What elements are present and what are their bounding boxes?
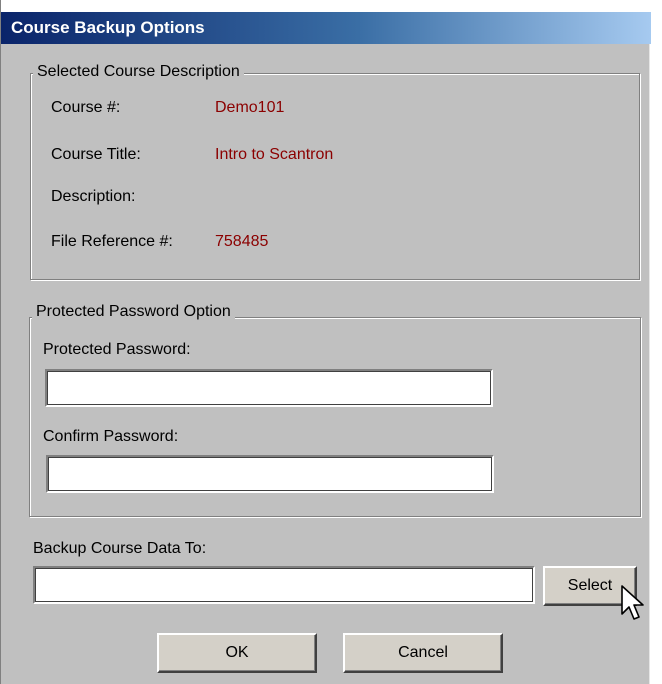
password-option-legend: Protected Password Option bbox=[32, 303, 235, 321]
course-number-label: Course #: bbox=[51, 99, 121, 116]
cancel-button[interactable]: Cancel bbox=[343, 633, 503, 673]
top-strip bbox=[1, 0, 651, 12]
backup-path-input[interactable] bbox=[33, 566, 535, 604]
ok-button[interactable]: OK bbox=[157, 633, 317, 673]
arrow-pointer-icon bbox=[621, 585, 644, 620]
course-description-legend: Selected Course Description bbox=[33, 63, 244, 81]
description-label: Description: bbox=[51, 188, 136, 205]
backup-destination-label: Backup Course Data To: bbox=[33, 540, 207, 557]
confirm-password-input[interactable] bbox=[46, 455, 494, 493]
protected-password-input[interactable] bbox=[45, 369, 493, 407]
dialog-title-bar[interactable]: Course Backup Options bbox=[1, 12, 651, 44]
course-number-value: Demo101 bbox=[215, 99, 285, 116]
file-reference-label: File Reference #: bbox=[51, 233, 173, 250]
dialog-title: Course Backup Options bbox=[11, 18, 205, 37]
course-backup-dialog: Course Backup Options Selected Course De… bbox=[0, 0, 651, 684]
file-reference-value: 758485 bbox=[215, 233, 269, 250]
confirm-password-label: Confirm Password: bbox=[43, 428, 179, 445]
course-title-label: Course Title: bbox=[51, 146, 141, 163]
course-title-value: Intro to Scantron bbox=[215, 146, 334, 163]
protected-password-label: Protected Password: bbox=[43, 341, 191, 358]
